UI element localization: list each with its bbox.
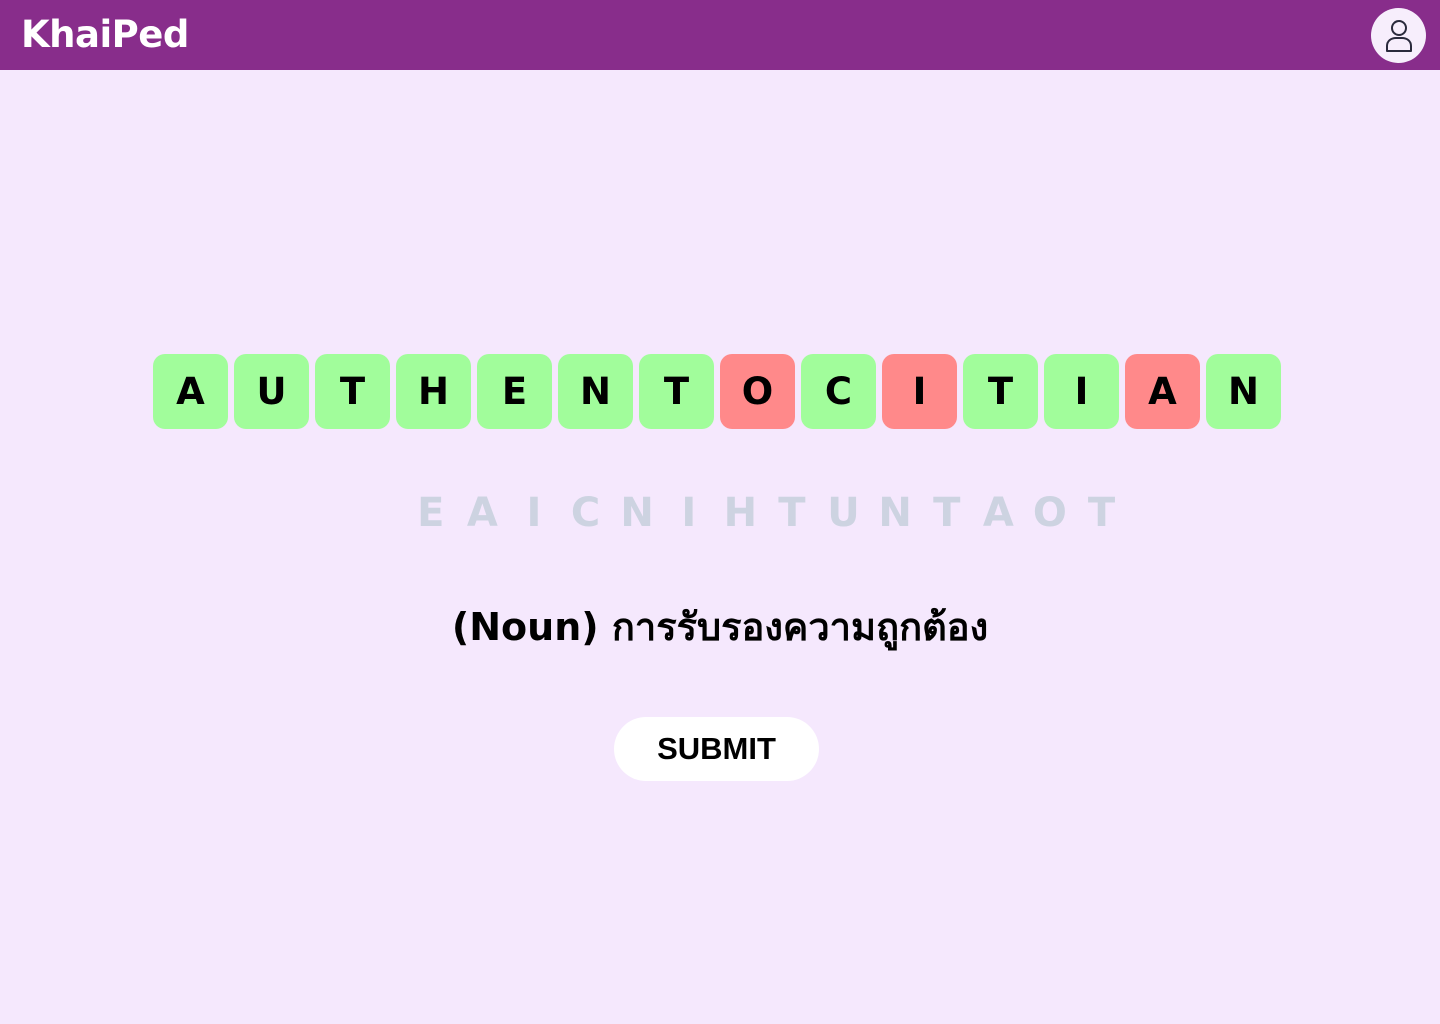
answer-tile[interactable]: O (720, 354, 795, 429)
profile-button[interactable] (1371, 8, 1426, 63)
answer-tile[interactable]: I (1044, 354, 1119, 429)
scrambled-letter[interactable]: T (921, 490, 973, 536)
answer-tile[interactable]: T (315, 354, 390, 429)
answer-tile[interactable]: U (234, 354, 309, 429)
top-bar: KhaiPed (0, 0, 1440, 70)
answer-tile[interactable]: H (396, 354, 471, 429)
answer-tile[interactable]: E (477, 354, 552, 429)
scrambled-letter[interactable]: E (405, 490, 457, 536)
scrambled-letter[interactable]: T (1076, 490, 1128, 536)
answer-tile[interactable]: I (882, 354, 957, 429)
scrambled-letter[interactable]: H (715, 490, 767, 536)
scrambled-letter[interactable]: C (560, 490, 612, 536)
scrambled-letter[interactable]: T (766, 490, 818, 536)
definition-meaning: การรับรองความถูกต้อง (611, 605, 989, 649)
user-icon (1385, 19, 1412, 52)
scrambled-letter[interactable]: I (663, 490, 715, 536)
answer-tiles: AUTHENTOCITIAN (153, 354, 1281, 429)
scrambled-letter[interactable]: O (1024, 490, 1076, 536)
scrambled-letter[interactable]: N (611, 490, 663, 536)
scrambled-letters: EAICNIHTUNTAOT (405, 490, 1127, 536)
answer-tile[interactable]: T (963, 354, 1038, 429)
scrambled-letter[interactable]: A (973, 490, 1025, 536)
scrambled-letter[interactable]: U (818, 490, 870, 536)
app-logo[interactable]: KhaiPed (21, 12, 189, 58)
submit-button[interactable]: SUBMIT (614, 717, 819, 781)
part-of-speech: (Noun) (451, 605, 599, 649)
answer-tile[interactable]: N (1206, 354, 1281, 429)
answer-tile[interactable]: C (801, 354, 876, 429)
answer-tile[interactable]: T (639, 354, 714, 429)
scrambled-letter[interactable]: N (869, 490, 921, 536)
word-definition: (Noun) การรับรองความถูกต้อง (0, 600, 1440, 654)
answer-tile[interactable]: A (153, 354, 228, 429)
scrambled-letter[interactable]: I (508, 490, 560, 536)
answer-tile[interactable]: N (558, 354, 633, 429)
answer-tile[interactable]: A (1125, 354, 1200, 429)
scrambled-letter[interactable]: A (457, 490, 509, 536)
